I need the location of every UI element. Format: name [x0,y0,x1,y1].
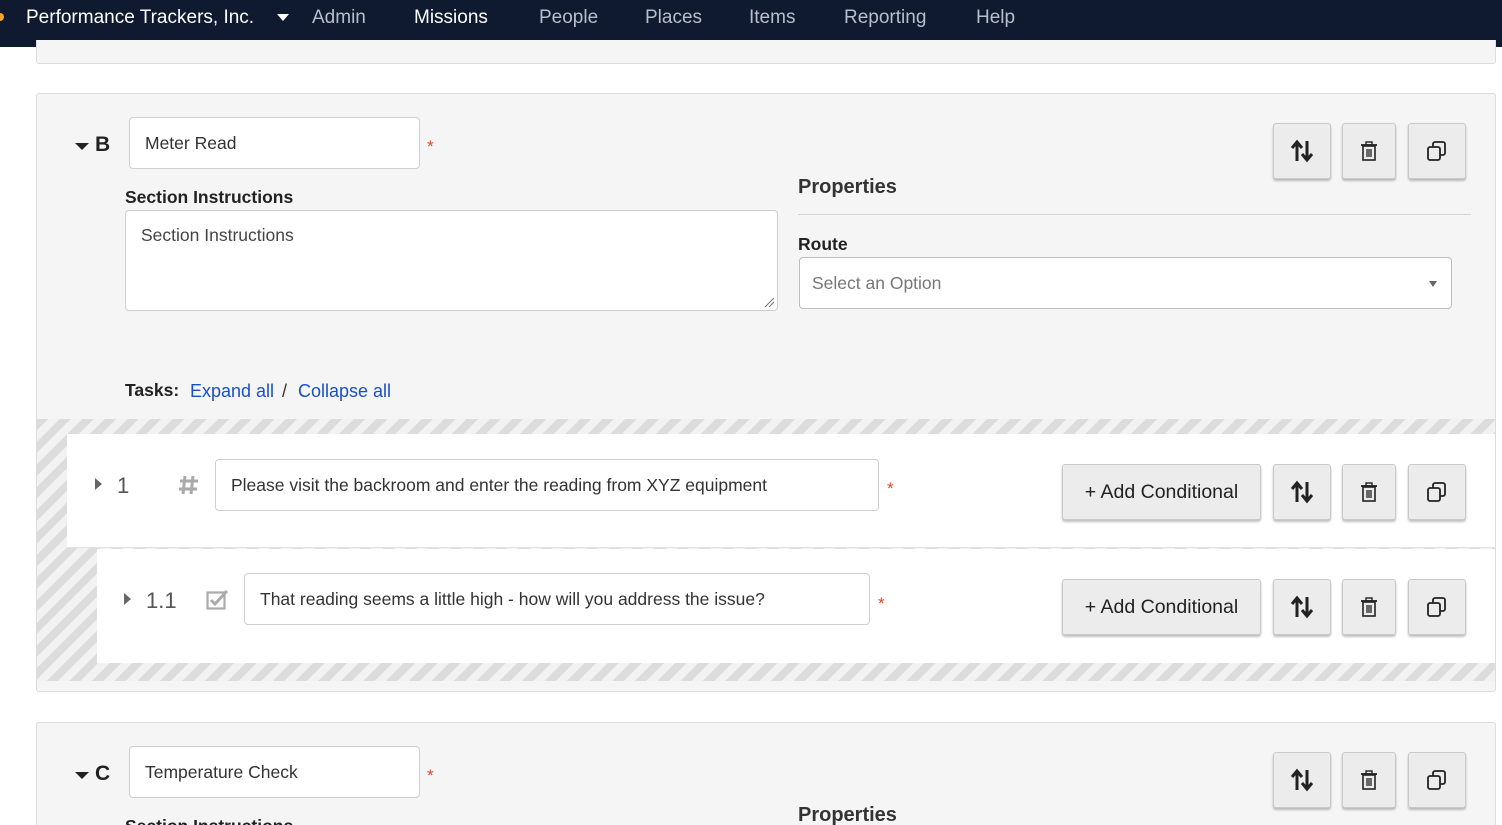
add-conditional-button[interactable]: + Add Conditional [1062,579,1261,635]
task-number: 1.1 [146,588,177,613]
properties-divider [798,214,1471,215]
nav-admin[interactable]: Admin [312,0,366,36]
section-name-input[interactable]: Temperature Check [129,746,420,798]
required-mark: * [878,594,885,613]
task-text-input[interactable]: Please visit the backroom and enter the … [215,459,879,511]
caret-down-icon[interactable] [277,14,289,21]
section-name-input[interactable]: Meter Read [129,117,420,169]
nav-places[interactable]: Places [645,0,702,36]
route-select[interactable]: Select an Option [799,257,1452,309]
copy-task-button[interactable] [1408,464,1466,520]
trash-icon [1361,770,1377,790]
route-label: Route [798,234,848,254]
collapse-section-icon[interactable] [75,143,89,150]
collapse-all-link[interactable]: Collapse all [298,381,391,402]
properties-title: Properties [798,804,897,825]
nav-help[interactable]: Help [976,0,1015,36]
required-mark: * [427,766,434,785]
copy-icon [1427,482,1446,502]
reorder-section-button[interactable] [1273,123,1331,179]
nav-items[interactable]: Items [749,0,795,36]
properties-title: Properties [798,176,897,198]
section-letter: C [95,762,111,785]
required-mark: * [887,479,894,498]
reorder-section-button[interactable] [1273,752,1331,808]
collapse-section-icon[interactable] [75,772,89,779]
copy-icon [1427,141,1446,161]
checkbox-icon [206,589,229,610]
delete-section-button[interactable] [1342,752,1396,808]
copy-section-button[interactable] [1408,752,1466,808]
company-switcher[interactable]: Performance Trackers, Inc. [26,0,254,36]
expand-task-icon[interactable] [124,593,131,605]
expand-task-icon[interactable] [95,478,102,490]
reorder-task-button[interactable] [1273,464,1331,520]
route-select-value: Select an Option [812,272,942,293]
dropdown-arrow-icon [1429,281,1437,287]
delete-task-button[interactable] [1342,464,1396,520]
section-instructions-label: Section Instructions [125,187,294,207]
nav-reporting[interactable]: Reporting [844,0,926,36]
tasks-label: Tasks: [125,380,180,400]
copy-icon [1427,597,1446,617]
reorder-task-button[interactable] [1273,579,1331,635]
previous-section-card [36,40,1496,64]
nav-people[interactable]: People [539,0,598,36]
delete-section-button[interactable] [1342,123,1396,179]
resize-grip-icon[interactable] [764,297,774,307]
task-number: 1 [117,473,130,498]
reorder-icon [1290,139,1314,163]
trash-icon [1361,482,1377,502]
expand-all-link[interactable]: Expand all [190,381,274,402]
add-conditional-button[interactable]: + Add Conditional [1062,464,1261,520]
reorder-icon [1290,768,1314,792]
delete-task-button[interactable] [1342,579,1396,635]
copy-task-button[interactable] [1408,579,1466,635]
brand-logo-icon [0,13,4,21]
reorder-icon [1290,595,1314,619]
trash-icon [1361,141,1377,161]
reorder-icon [1290,480,1314,504]
hash-icon [179,475,198,495]
copy-icon [1427,770,1446,790]
section-letter: B [95,133,111,156]
nav-missions[interactable]: Missions [414,0,488,36]
required-mark: * [427,137,434,156]
link-separator: / [282,381,288,401]
section-instructions-textarea[interactable]: Section Instructions [125,210,778,311]
section-instructions-label: Section Instructions [125,816,293,825]
trash-icon [1361,597,1377,617]
copy-section-button[interactable] [1408,123,1466,179]
task-text-input[interactable]: That reading seems a little high - how w… [244,573,870,625]
